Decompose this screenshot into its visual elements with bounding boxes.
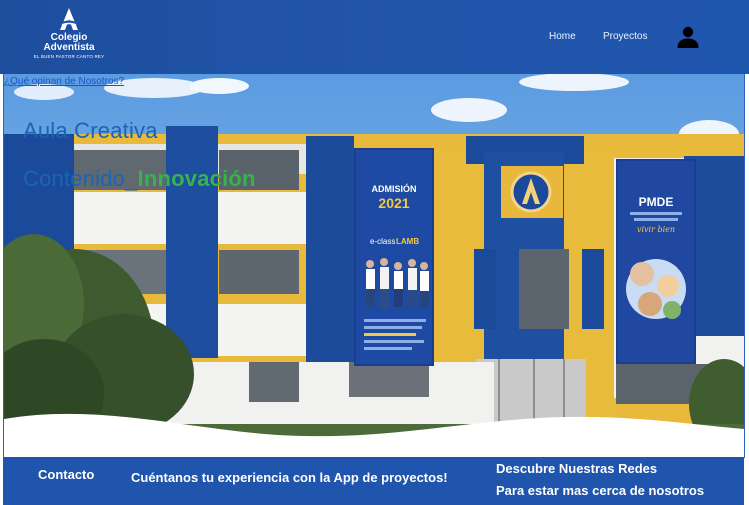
footer: Contacto Cuéntanos tu experiencia con la… bbox=[3, 457, 744, 505]
nav-proyectos[interactable]: Proyectos bbox=[603, 31, 647, 42]
user-icon[interactable] bbox=[676, 25, 700, 49]
logo-tagline: EL BUEN PASTOR CANTO REY bbox=[33, 54, 105, 59]
adventist-logo-icon bbox=[60, 8, 78, 30]
banner-eclass-logo: e-class bbox=[370, 237, 395, 246]
footer-redes-title[interactable]: Descubre Nuestras Redes bbox=[496, 461, 657, 476]
hero-headline-contenido: Contenido_Innovación bbox=[23, 166, 256, 191]
nav-home[interactable]: Home bbox=[549, 31, 576, 42]
reviews-link[interactable]: ¿Qué opinan de Nosotros? bbox=[4, 76, 124, 87]
headline-innovacion-text: Innovación bbox=[137, 166, 256, 191]
hero-headline-aula: Aula Creativa bbox=[23, 118, 158, 143]
school-logo[interactable]: Colegio Adventista EL BUEN PASTOR CANTO … bbox=[30, 6, 108, 68]
footer-contacto[interactable]: Contacto bbox=[38, 467, 94, 482]
footer-experiencia[interactable]: Cuéntanos tu experiencia con la App de p… bbox=[131, 470, 448, 485]
banner-admision-year: 2021 bbox=[378, 195, 409, 211]
banner-admision-title: ADMISIÓN bbox=[372, 183, 417, 194]
logo-name-2: Adventista bbox=[43, 42, 95, 53]
navbar: Colegio Adventista EL BUEN PASTOR CANTO … bbox=[0, 0, 749, 74]
headline-contenido-text: Contenido bbox=[23, 166, 126, 191]
banner-lamb-logo: LAMB bbox=[396, 237, 419, 246]
footer-redes-subtitle: Para estar mas cerca de nosotros bbox=[496, 483, 705, 498]
banner-pmde-script: vivir bien bbox=[637, 225, 675, 234]
banner-pmde-title: PMDE bbox=[639, 195, 674, 209]
